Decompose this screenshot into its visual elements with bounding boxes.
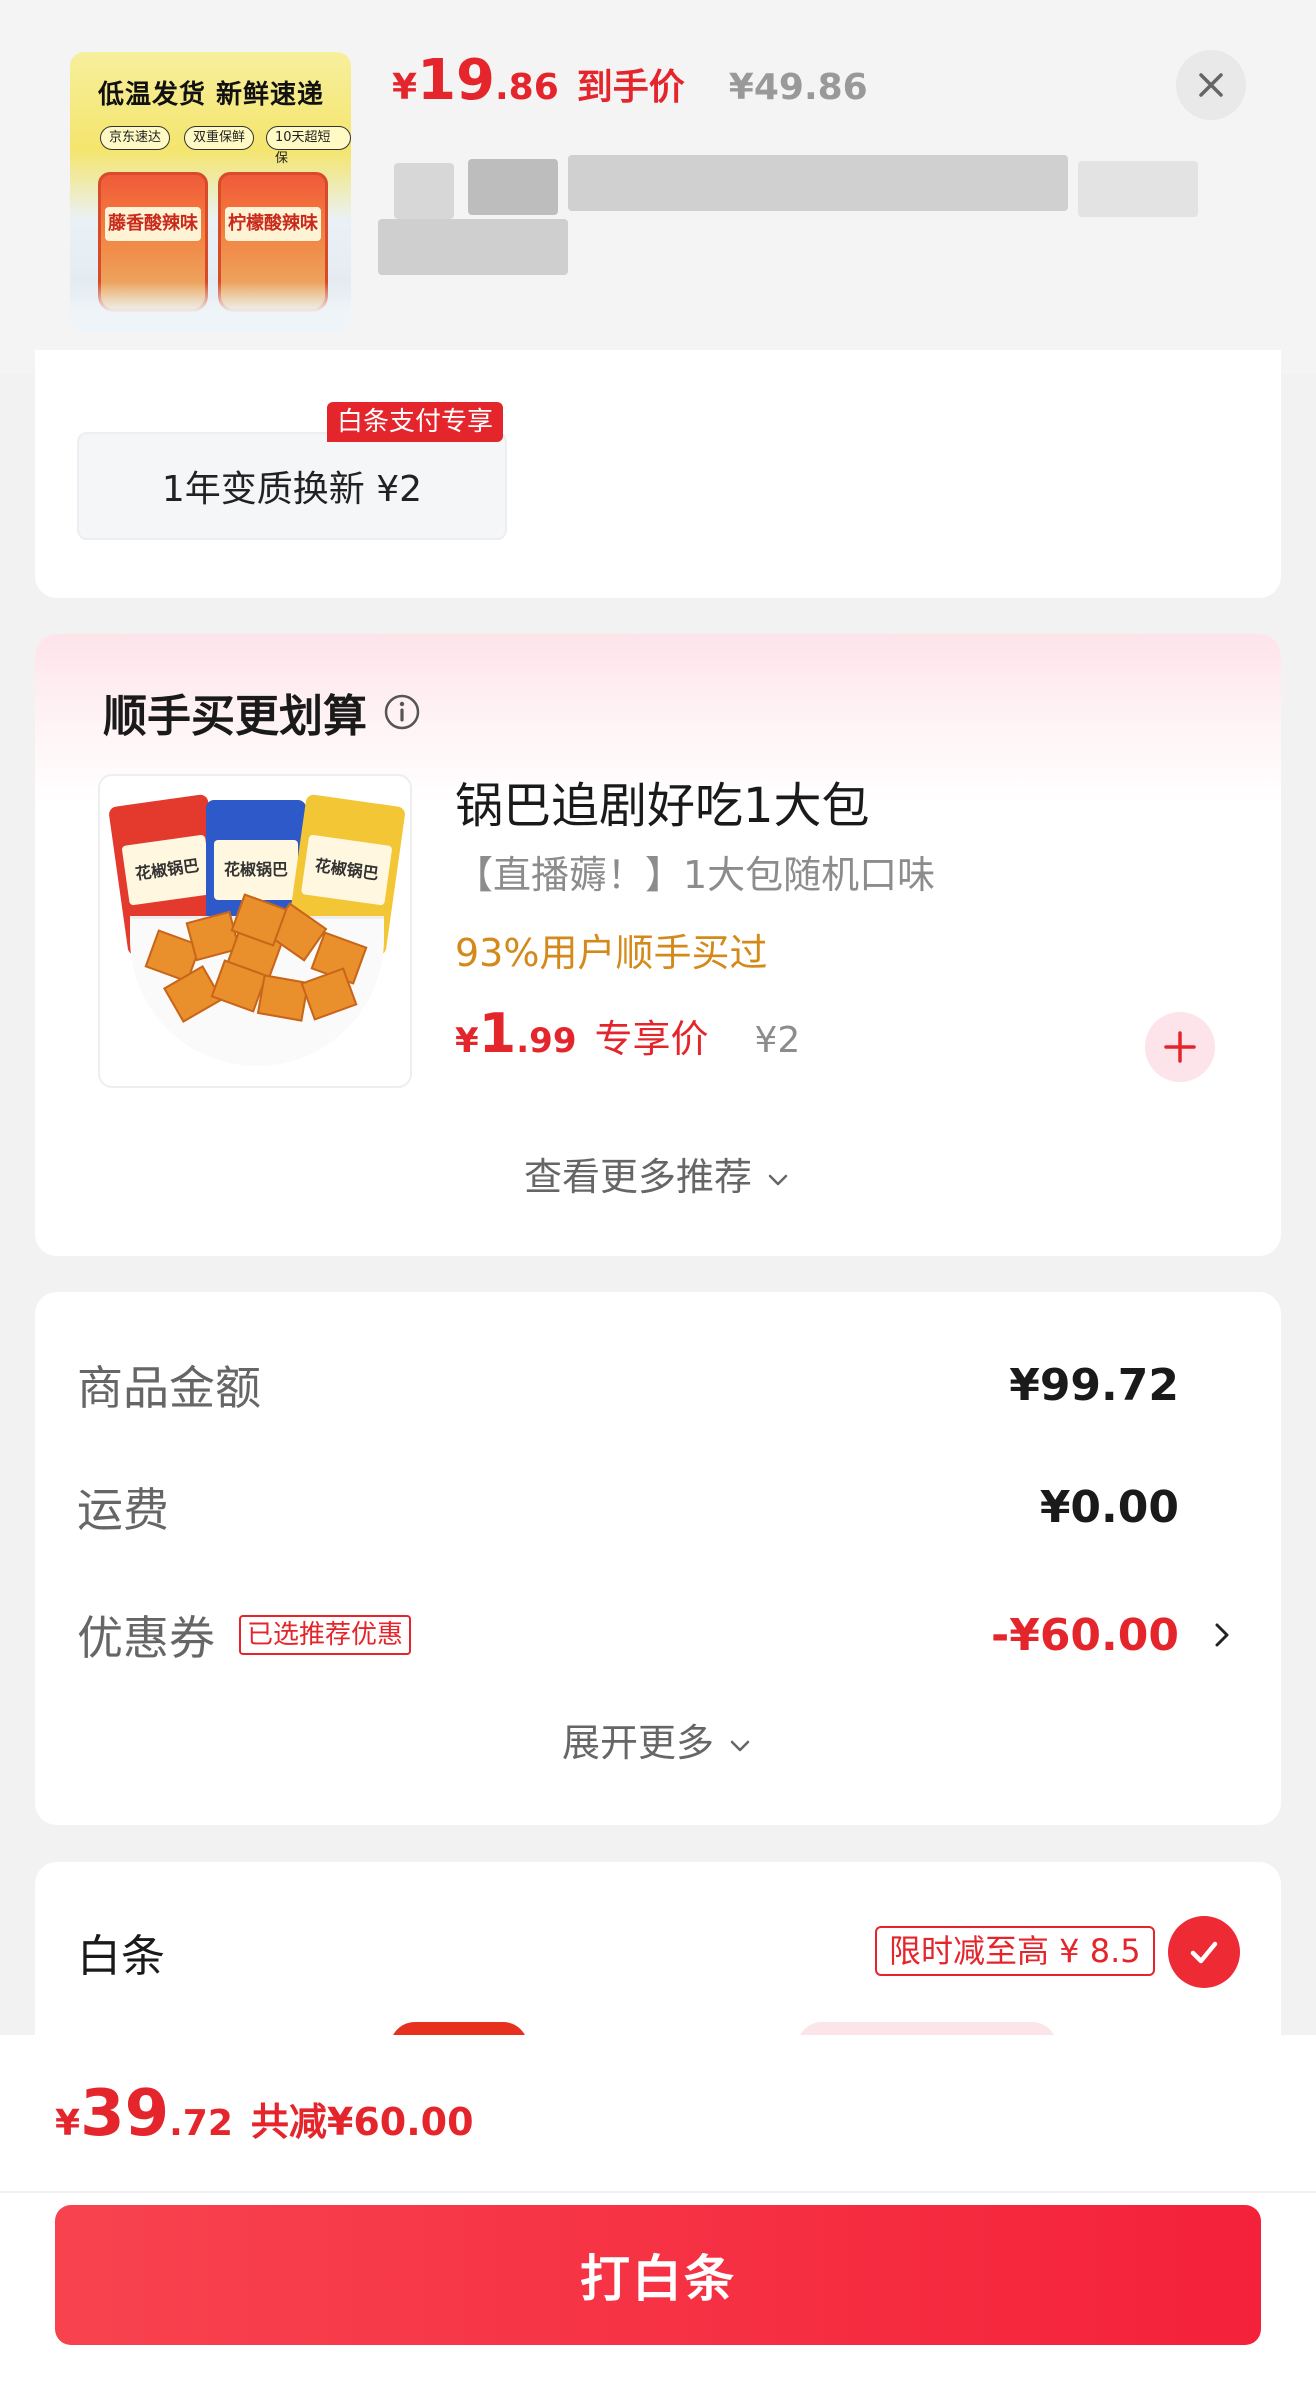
pay-with-baitiao-button[interactable]: 打白条 (55, 2205, 1261, 2345)
product-thumbnail[interactable]: 低温发货 新鲜速递 京东速达 双重保鲜 10天超短保 藤香酸辣味 柠檬酸辣味 (70, 52, 351, 332)
total-saved: 共减¥60.00 (250, 2100, 474, 2144)
thumb-chip: 双重保鲜 (184, 126, 255, 150)
baitiao-exclusive-badge: 白条支付专享 (327, 402, 504, 442)
coupon-label: 优惠券 (77, 1611, 215, 1665)
price-summary-card: 商品金额 ¥99.72 运费 ¥0.00 优惠券 已选推荐优惠 -¥60.00 … (35, 1292, 1281, 1825)
bag-label: 花椒锅巴 (121, 834, 214, 906)
addon-price: ¥ 1 .99 专享价 ¥2 (455, 1002, 800, 1065)
expand-more-label: 展开更多 (561, 1721, 714, 1765)
thumb-chip: 京东速达 (100, 126, 171, 150)
expand-more-link[interactable]: 展开更多 (35, 1712, 1281, 1767)
blurred-product-title (378, 155, 1238, 275)
addon-title-text: 顺手买更划算 (103, 691, 367, 742)
total-decimal: .72 (169, 2103, 233, 2144)
warranty-card: 1年变质换新 ¥2 白条支付专享 (35, 350, 1281, 598)
warranty-option-label: 1年变质换新 ¥2 (161, 469, 423, 510)
payment-method-name: 白条 (77, 1931, 165, 1982)
check-icon (1190, 1941, 1218, 1964)
checkout-bar: ¥ 39 .72 共减¥60.00 打白条 (0, 2035, 1316, 2389)
product-header: 低温发货 新鲜速递 京东速达 双重保鲜 10天超短保 藤香酸辣味 柠檬酸辣味 ¥… (0, 0, 1316, 374)
divider (0, 2191, 1316, 2193)
limited-discount-badge: 限时减至高 ¥ 8.5 (875, 1926, 1155, 1976)
addon-bought-rate: 93%用户顺手买过 (455, 931, 768, 975)
addon-product-name[interactable]: 锅巴追剧好吃1大包 (455, 766, 870, 836)
price-decimal: .99 (516, 1021, 577, 1061)
price-integer: 19 (417, 48, 495, 113)
more-recommendations-label: 查看更多推荐 (523, 1155, 752, 1199)
currency-symbol: ¥ (392, 67, 418, 108)
goods-amount-label: 商品金额 (77, 1361, 261, 1415)
bag-label: 花椒锅巴 (300, 834, 393, 906)
coupon-row[interactable]: 优惠券 已选推荐优惠 -¥60.00 (77, 1600, 1239, 1670)
add-addon-button[interactable] (1145, 1012, 1215, 1082)
addon-card: 顺手买更划算 花椒锅巴 花椒锅巴 花椒锅巴 锅巴追剧好吃1大包 【直播薅！】1大… (35, 634, 1281, 1256)
total-price: ¥ 39 .72 共减¥60.00 (55, 2077, 474, 2151)
plus-icon (1164, 1031, 1196, 1063)
coupon-recommended-badge: 已选推荐优惠 (239, 1615, 412, 1655)
addon-product-subtitle: 【直播薅！】1大包随机口味 (455, 853, 936, 897)
goods-amount-value: ¥99.72 (1009, 1359, 1179, 1411)
price-integer: 1 (478, 1002, 517, 1065)
chips-pile (140, 893, 376, 1023)
thumb-chip: 10天超短保 (266, 126, 351, 166)
currency-symbol: ¥ (455, 1021, 479, 1061)
final-price-tag: 到手价 (576, 67, 685, 108)
goods-amount-row: 商品金额 ¥99.72 (77, 1350, 1239, 1420)
shipping-value: ¥0.00 (1039, 1481, 1179, 1533)
original-price: ¥49.86 (728, 67, 868, 108)
payment-selected-check[interactable] (1168, 1916, 1240, 1988)
addon-section-title: 顺手买更划算 (103, 680, 421, 744)
jar-label: 藤香酸辣味 (105, 207, 201, 241)
total-integer: 39 (80, 2077, 170, 2151)
exclusive-price-tag: 专享价 (594, 1017, 709, 1061)
currency-symbol: ¥ (55, 2103, 81, 2144)
close-button[interactable] (1176, 50, 1246, 120)
chevron-down-icon (768, 1174, 788, 1185)
original-price: ¥2 (754, 1020, 801, 1061)
chevron-down-icon (730, 1740, 750, 1751)
jar-label: 柠檬酸辣味 (225, 207, 321, 241)
header-price: ¥ 19 .86 到手价 ¥49.86 (392, 48, 868, 128)
ice-decoration (70, 282, 351, 332)
bag-label: 花椒锅巴 (214, 840, 298, 900)
warranty-option[interactable]: 1年变质换新 ¥2 (77, 432, 507, 540)
price-decimal: .86 (495, 67, 559, 108)
close-icon (1199, 73, 1223, 97)
info-icon[interactable] (383, 693, 421, 731)
more-recommendations-link[interactable]: 查看更多推荐 (35, 1146, 1281, 1201)
thumb-headline: 低温发货 新鲜速递 (98, 80, 325, 110)
addon-product-image[interactable]: 花椒锅巴 花椒锅巴 花椒锅巴 (98, 774, 412, 1088)
shipping-label: 运费 (77, 1483, 169, 1537)
coupon-discount-value: -¥60.00 (990, 1609, 1179, 1661)
chevron-right-icon (1215, 1623, 1229, 1647)
shipping-row: 运费 ¥0.00 (77, 1472, 1239, 1542)
